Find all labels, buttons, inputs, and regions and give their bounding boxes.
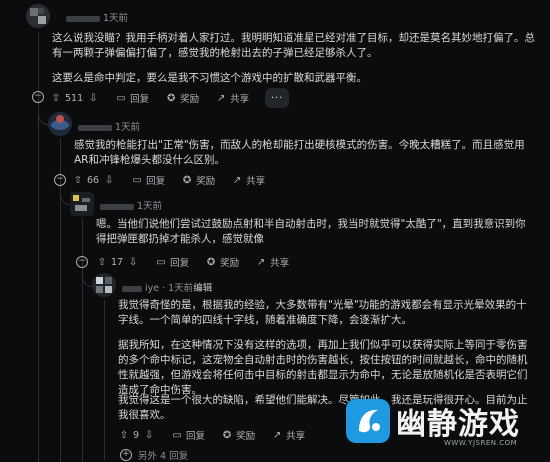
comment-meta: 1天前 — [66, 10, 128, 24]
comment-actions: ⇧ 511 ⇩ ▭ 回复 ✪ 奖励 ↗ 共享 ··· — [50, 88, 290, 108]
avatar[interactable] — [92, 273, 116, 297]
brand-name: 幽静游戏 — [396, 407, 520, 442]
share-button[interactable]: ↗ 共享 — [255, 255, 289, 270]
award-button[interactable]: ✪ 奖励 — [221, 428, 255, 443]
username[interactable] — [100, 203, 134, 210]
downvote-icon[interactable]: ⇩ — [143, 430, 155, 441]
collapse-icon[interactable]: − — [76, 256, 88, 268]
award-button[interactable]: ✪ 奖励 — [181, 173, 215, 188]
share-button[interactable]: ↗ 共享 — [215, 91, 249, 106]
comment-icon: ▭ — [172, 429, 182, 441]
username[interactable] — [66, 15, 100, 22]
avatar[interactable] — [26, 4, 50, 28]
more-replies-link[interactable]: 另外 4 回复 — [138, 448, 188, 462]
username-suffix: iye — [145, 283, 160, 294]
downvote-icon[interactable]: ⇩ — [103, 175, 115, 186]
brand-logo-icon — [346, 399, 390, 443]
downvote-icon[interactable]: ⇩ — [127, 257, 139, 268]
thread-line — [104, 300, 105, 460]
vote-count: 66 — [87, 174, 100, 186]
edited-label: 编辑 — [193, 283, 213, 294]
comment-actions: ⇧ 66 ⇩ ▭ 回复 ✪ 奖励 ↗ 共享 — [72, 170, 281, 190]
upvote-icon[interactable]: ⇧ — [72, 175, 84, 186]
share-button[interactable]: ↗ 共享 — [271, 428, 305, 443]
upvote-icon[interactable]: ⇧ — [50, 93, 62, 104]
brand-url: WWW.YJSREN.COM — [444, 439, 518, 447]
comment-text: 嗯。当他们说他们尝试过鼓励点射和半自动射击时，我当时就觉得"太酷了"，直到我意识… — [96, 218, 526, 245]
more-options-button[interactable]: ··· — [265, 88, 290, 108]
comment-text: 感觉我的枪能打出"正常"伤害，而敌人的枪却能打出硬核模式的伤害。今晚太糟糕了。而… — [74, 139, 525, 166]
share-icon: ↗ — [232, 174, 242, 186]
comment-icon: ▭ — [156, 256, 166, 268]
share-icon: ↗ — [216, 92, 226, 104]
comment-icon: ▭ — [132, 174, 142, 186]
timestamp: 1天前 — [137, 201, 163, 212]
timestamp: 1天前 — [168, 283, 194, 294]
avatar[interactable] — [48, 112, 72, 136]
comment-meta: 1天前 — [100, 198, 162, 212]
upvote-icon[interactable]: ⇧ — [118, 430, 130, 441]
reply-button[interactable]: ▭ 回复 — [155, 255, 189, 270]
collapse-icon[interactable]: − — [54, 174, 66, 186]
timestamp: 1天前 — [103, 13, 129, 24]
award-button[interactable]: ✪ 奖励 — [165, 91, 199, 106]
downvote-icon[interactable]: ⇩ — [87, 93, 99, 104]
comment-text: 这要么是命中判定，要么是我不习惯这个游戏中的扩散和武器平衡。 — [52, 72, 367, 84]
share-icon: ↗ — [256, 256, 266, 268]
comment-meta: iye · 1天前编辑 — [122, 280, 212, 294]
comment-actions: ⇧ 17 ⇩ ▭ 回复 ✪ 奖励 ↗ 共享 — [96, 252, 305, 272]
reply-button[interactable]: ▭ 回复 — [171, 428, 205, 443]
share-button[interactable]: ↗ 共享 — [231, 173, 265, 188]
comment-actions: ⇧ 9 ⇩ ▭ 回复 ✪ 奖励 ↗ 共享 — [118, 425, 321, 445]
comment-text: 据我所知，在这种情况下没有这样的选项，再加上我们似乎可以获得实际上等同于零伤害的… — [118, 339, 528, 396]
comment-meta: 1天前 — [78, 119, 140, 133]
vote-count: 511 — [65, 92, 84, 104]
thread-line — [82, 218, 83, 462]
vote-count: 17 — [111, 256, 124, 268]
vote-count: 9 — [133, 429, 140, 441]
share-icon: ↗ — [272, 429, 282, 441]
site-watermark: 幽静游戏 WWW.YJSREN.COM — [346, 395, 542, 455]
thread-line — [60, 138, 61, 462]
username[interactable] — [122, 285, 142, 292]
comment-text: 这么说我没瞄？我用手柄对着人家打过。我明明知道准星已经对准了目标，却还是莫名其妙… — [52, 32, 535, 59]
award-icon: ✪ — [182, 174, 192, 186]
award-icon: ✪ — [166, 92, 176, 104]
reply-button[interactable]: ▭ 回复 — [131, 173, 165, 188]
timestamp: 1天前 — [115, 122, 141, 133]
avatar[interactable] — [70, 192, 94, 216]
comment-text: 我觉得奇怪的是，根据我的经验，大多数带有"光晕"功能的游戏都会有显示光晕效果的十… — [118, 299, 527, 326]
expand-replies-icon[interactable]: + — [120, 449, 132, 461]
award-icon: ✪ — [206, 256, 216, 268]
award-icon: ✪ — [222, 429, 232, 441]
reply-button[interactable]: ▭ 回复 — [115, 91, 149, 106]
upvote-icon[interactable]: ⇧ — [96, 257, 108, 268]
username[interactable] — [78, 124, 112, 131]
award-button[interactable]: ✪ 奖励 — [205, 255, 239, 270]
comment-icon: ▭ — [116, 92, 126, 104]
collapse-icon[interactable]: − — [32, 91, 44, 103]
